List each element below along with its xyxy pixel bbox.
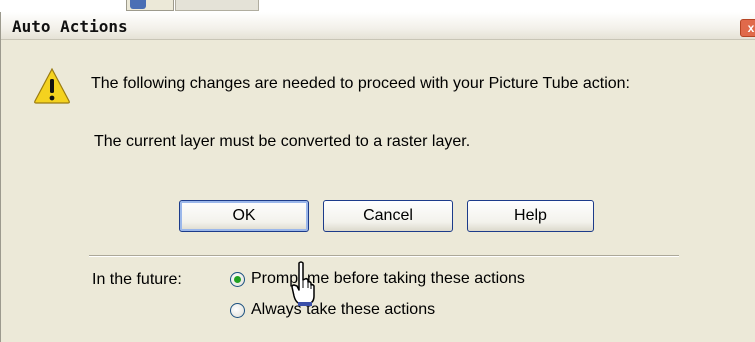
warning-icon	[34, 67, 70, 104]
dialog-titlebar[interactable]: Auto Actions x	[1, 12, 755, 40]
radio-button-selected[interactable]	[230, 271, 245, 287]
hand-cursor-icon	[291, 261, 315, 306]
radio-always-option[interactable]: Always take these actions	[230, 301, 435, 319]
dialog-message: The following changes are needed to proc…	[91, 75, 630, 92]
auto-actions-dialog: Auto Actions x The following changes are…	[0, 12, 755, 342]
background-toolbar-button	[175, 0, 259, 11]
close-icon: x	[747, 21, 755, 35]
dialog-detail: The current layer must be converted to a…	[94, 133, 471, 150]
background-toolbar-icon	[130, 0, 146, 9]
help-button[interactable]: Help	[467, 200, 594, 232]
radio-button[interactable]	[230, 302, 245, 318]
close-button[interactable]: x	[740, 19, 755, 37]
background-window	[0, 0, 755, 12]
future-label: In the future:	[92, 271, 182, 288]
ok-button[interactable]: OK	[179, 200, 309, 232]
cancel-button[interactable]: Cancel	[323, 200, 453, 232]
radio-always-label: Always take these actions	[251, 301, 436, 318]
divider	[89, 255, 679, 257]
dialog-title: Auto Actions	[12, 17, 128, 36]
radio-prompt-option[interactable]: Prompt me before taking these actions	[230, 270, 525, 288]
